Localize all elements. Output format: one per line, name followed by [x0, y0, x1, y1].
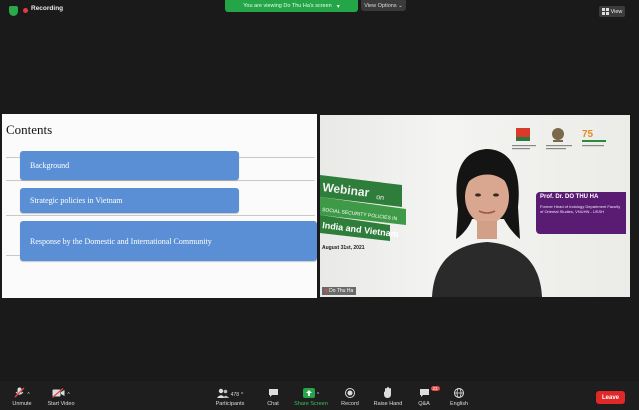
record-label: Record	[341, 401, 359, 407]
banner-date-text: August 31st, 2021	[322, 245, 365, 251]
leave-button[interactable]: Leave	[596, 391, 625, 404]
raise-hand-button[interactable]: Raise Hand	[371, 387, 405, 407]
raise-hand-icon	[384, 387, 391, 398]
shared-screen-slide: Contents Background Strategic policies i…	[2, 114, 317, 298]
grid-view-icon	[601, 8, 609, 15]
svg-text:75: 75	[582, 129, 594, 140]
share-screen-button[interactable]: ^ Share Screen	[291, 387, 331, 407]
chat-icon	[268, 389, 278, 397]
record-icon	[345, 388, 355, 398]
start-video-button[interactable]: ^ Start Video	[43, 387, 79, 407]
nameplate-title: Prof. Dr. DO THU HA	[540, 194, 599, 200]
viewing-screen-banner[interactable]: You are viewing Do Thu Ha's screen ▾	[225, 0, 358, 12]
participant-name: Do Thu Ha	[329, 288, 354, 294]
recording-dot-icon	[23, 8, 28, 13]
slide-divider	[6, 180, 315, 181]
language-label: English	[449, 401, 469, 407]
participants-label: Participants	[215, 401, 245, 407]
start-video-label: Start Video	[47, 401, 75, 407]
qa-label: Q&A	[418, 401, 430, 407]
chevron-up-icon[interactable]: ^	[27, 392, 29, 398]
unmute-button[interactable]: ^ Unmute	[5, 387, 39, 407]
viewing-screen-text: You are viewing Do Thu Ha's screen	[243, 3, 332, 9]
share-screen-label: Share Screen	[294, 401, 328, 407]
chat-button[interactable]: Chat	[261, 387, 285, 407]
qa-button[interactable]: 23 Q&A	[413, 386, 440, 407]
slide-item-response: Response by the Domestic and Internation…	[20, 221, 317, 261]
chat-label: Chat	[267, 401, 279, 407]
slide-divider	[6, 215, 315, 216]
security-shield-icon[interactable]	[9, 6, 18, 16]
banner-on-text: on	[376, 194, 385, 202]
globe-icon	[454, 388, 464, 398]
unmute-label: Unmute	[12, 401, 32, 407]
qa-icon	[419, 389, 429, 397]
view-button[interactable]: View	[599, 6, 625, 17]
participants-icon	[216, 388, 229, 398]
recording-label: Recording	[31, 5, 64, 12]
chevron-up-icon[interactable]: ^	[317, 392, 319, 398]
view-label: View	[610, 8, 623, 15]
qa-badge: 23	[430, 386, 440, 391]
nameplate-description: Former Head of Indology Department Facul…	[540, 204, 621, 214]
record-button[interactable]: Record	[338, 387, 362, 407]
chevron-up-icon[interactable]: ^	[67, 392, 69, 398]
raise-hand-label: Raise Hand	[373, 401, 403, 407]
webinar-banner: Webinar on SOCIAL SECURITY POLICIES IN I…	[320, 175, 406, 251]
chevron-down-icon: ▾	[336, 3, 340, 10]
participants-button[interactable]: 478 ^ Participants	[211, 387, 249, 407]
slide-title: Contents	[6, 122, 53, 137]
share-screen-icon	[302, 388, 315, 398]
participants-count: 478	[230, 392, 239, 398]
slide-item-background: Background	[20, 151, 239, 180]
mic-muted-icon	[14, 387, 25, 398]
speaker-nameplate: Prof. Dr. DO THU HA Former Head of Indol…	[536, 192, 626, 234]
speaker-video[interactable]: 75 Webinar on SOCIAL SECURITY POLICIES I…	[320, 115, 630, 297]
language-button[interactable]: English	[446, 387, 472, 407]
participant-name-label: ▮ Do Thu Ha	[322, 287, 357, 295]
camera-off-icon	[52, 388, 65, 398]
view-options-button[interactable]: View Options ⌄	[361, 0, 406, 11]
chevron-up-icon[interactable]: ^	[241, 392, 243, 398]
slide-item-strategic-policies: Strategic policies in Vietnam	[20, 188, 239, 213]
muted-mic-icon: ▮	[325, 288, 328, 294]
